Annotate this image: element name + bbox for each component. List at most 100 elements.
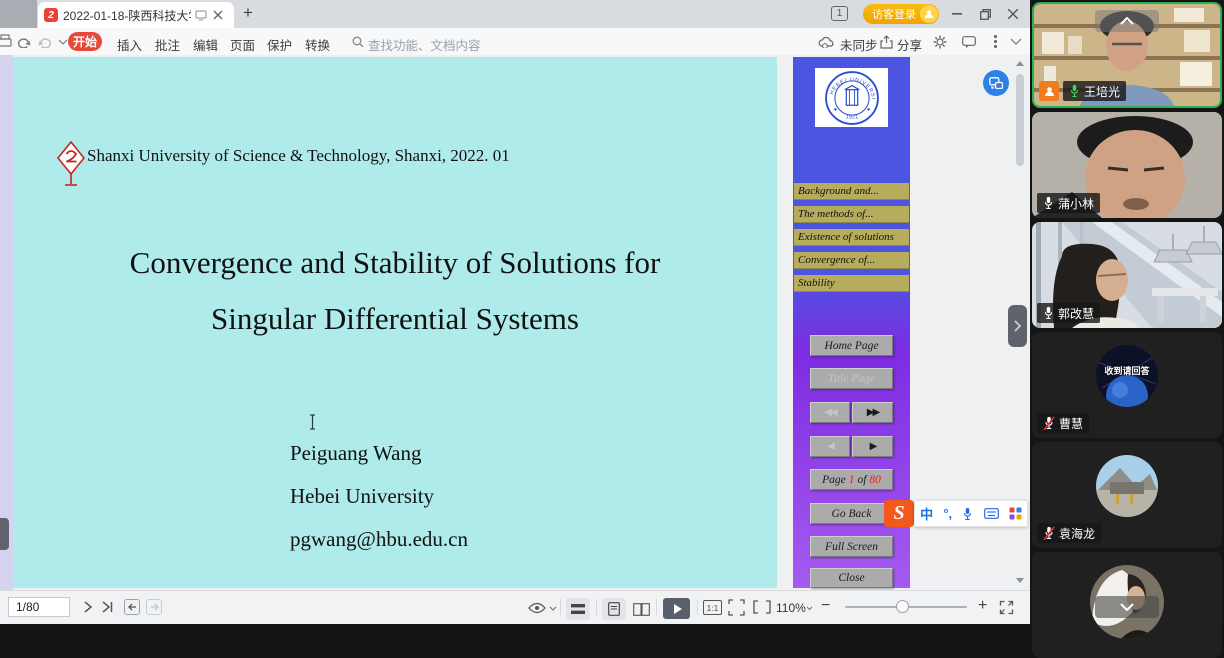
- video-tile-2[interactable]: 蒲小林: [1032, 112, 1222, 218]
- page-indicator-button[interactable]: Page1of80: [810, 469, 893, 490]
- slide-logo-icon: [57, 141, 85, 188]
- collapse-panel-button[interactable]: [1095, 10, 1159, 32]
- nav-section-methods[interactable]: The methods of...: [794, 206, 909, 223]
- scroll-participants-down-button[interactable]: [1095, 596, 1159, 618]
- actual-size-button[interactable]: 1:1: [703, 600, 722, 615]
- continuous-layout-button[interactable]: [566, 598, 590, 620]
- history-back-button[interactable]: [124, 599, 140, 615]
- undo-icon[interactable]: [16, 35, 31, 48]
- logo-year: 1921: [845, 114, 858, 120]
- zoom-in-button[interactable]: +: [978, 597, 987, 615]
- close-button-beamer[interactable]: Close: [810, 568, 893, 588]
- two-page-button[interactable]: [629, 598, 653, 620]
- guest-login-button[interactable]: 访客登录: [863, 4, 939, 24]
- mic-muted-icon: [1043, 526, 1055, 540]
- participant-label: 蒲小林: [1037, 193, 1100, 213]
- go-back-button[interactable]: Go Back: [810, 503, 893, 524]
- share-icon[interactable]: [880, 35, 893, 49]
- ime-toolbox-icon[interactable]: [1009, 507, 1022, 520]
- scroll-down-icon[interactable]: [1016, 578, 1024, 583]
- play-presentation-button[interactable]: [663, 598, 690, 619]
- menu-annotate[interactable]: 批注: [155, 35, 180, 54]
- cloud-sync-icon[interactable]: [818, 36, 836, 48]
- zoom-slider-knob[interactable]: [896, 600, 909, 613]
- ime-mode-button[interactable]: 中: [920, 504, 933, 523]
- history-forward-button[interactable]: [146, 599, 162, 615]
- redo-icon[interactable]: [38, 35, 53, 48]
- video-tile-5[interactable]: 袁海龙: [1032, 442, 1222, 548]
- title-page-button[interactable]: Title Page: [810, 368, 893, 389]
- document-tab[interactable]: 2 2022-01-18-陕西科技大学.pdf: [38, 2, 234, 28]
- first-page-button[interactable]: ◀◀: [810, 402, 850, 423]
- eye-protect-icon[interactable]: [528, 602, 546, 614]
- slide-email: pgwang@hbu.edu.cn: [290, 527, 468, 552]
- pdf-app-window: 2 2022-01-18-陕西科技大学.pdf + 1 访客登录: [0, 0, 1030, 623]
- scrollbar-thumb[interactable]: [1016, 74, 1024, 166]
- tab-close-icon[interactable]: [213, 10, 223, 20]
- slide-university: Hebei University: [290, 484, 434, 509]
- comment-icon[interactable]: [962, 36, 976, 48]
- prev-page-button[interactable]: ◀: [810, 436, 850, 457]
- nav-section-stability[interactable]: Stability: [794, 275, 909, 292]
- next-page-icon[interactable]: [84, 601, 92, 613]
- slide-title-line2: Singular Differential Systems: [13, 301, 777, 337]
- video-tile-1[interactable]: 王培光: [1032, 2, 1222, 108]
- new-tab-button[interactable]: +: [243, 3, 253, 23]
- zoom-out-button[interactable]: −: [821, 597, 830, 615]
- fit-page-icon[interactable]: [728, 599, 745, 616]
- close-button[interactable]: [1004, 5, 1022, 23]
- tab-list-button[interactable]: 1: [831, 6, 848, 21]
- nav-section-background[interactable]: Background and...: [794, 183, 909, 200]
- participant-name: 郭改慧: [1058, 305, 1094, 322]
- search-input[interactable]: 查找功能、文档内容: [368, 35, 481, 54]
- home-page-button[interactable]: Home Page: [810, 335, 893, 356]
- video-tile-6[interactable]: [1032, 552, 1222, 658]
- gear-icon[interactable]: [933, 35, 947, 49]
- scroll-up-icon[interactable]: [1016, 61, 1024, 66]
- ime-keyboard-icon[interactable]: [984, 508, 999, 519]
- zoom-level[interactable]: 110%: [776, 601, 806, 615]
- ime-mic-icon[interactable]: [962, 507, 973, 521]
- share-label[interactable]: 分享: [897, 35, 922, 54]
- picture-in-picture-button[interactable]: [983, 70, 1009, 96]
- minimize-button[interactable]: [948, 5, 966, 23]
- fullscreen-icon[interactable]: [999, 600, 1014, 615]
- menu-page[interactable]: 页面: [230, 35, 255, 54]
- video-tile-3[interactable]: 郭改慧: [1032, 222, 1222, 328]
- page-number-input[interactable]: 1/80: [8, 597, 70, 617]
- more-options-icon[interactable]: [994, 35, 997, 48]
- sogou-logo-icon[interactable]: S: [884, 500, 914, 527]
- svg-text:HEBEI UNIVERSITY: HEBEI UNIVERSITY: [824, 70, 876, 101]
- panel-expand-tab[interactable]: [1008, 305, 1027, 347]
- pdf-page[interactable]: Shanxi University of Science & Technolog…: [13, 57, 777, 588]
- toolbar-expand-icon[interactable]: [58, 39, 68, 45]
- menu-edit[interactable]: 编辑: [193, 35, 218, 54]
- nav-section-existence[interactable]: Existence of solutions: [794, 229, 909, 246]
- mic-on-icon: [1043, 306, 1054, 320]
- participant-label: 曹慧: [1037, 413, 1089, 433]
- search-icon[interactable]: [352, 36, 364, 48]
- university-logo: HEBEI UNIVERSITY 1921: [815, 68, 888, 127]
- restore-button[interactable]: [976, 5, 994, 23]
- ribbon-collapse-icon[interactable]: [1010, 38, 1022, 46]
- last-page-button[interactable]: ▶▶: [852, 402, 893, 423]
- video-tile-4[interactable]: 收到请回答 曹慧: [1032, 332, 1222, 438]
- full-screen-button[interactable]: Full Screen: [810, 536, 893, 557]
- fit-width-icon[interactable]: [753, 600, 771, 614]
- printer-icon[interactable]: [0, 34, 12, 49]
- menu-convert[interactable]: 转换: [305, 35, 330, 54]
- participant-label: 袁海龙: [1037, 523, 1101, 543]
- zoom-dropdown-icon[interactable]: [806, 606, 813, 611]
- menu-start[interactable]: 开始: [68, 32, 102, 51]
- ime-punctuation-button[interactable]: °,: [943, 506, 952, 521]
- tab-device-icon[interactable]: [195, 10, 207, 21]
- eye-dropdown-icon[interactable]: [549, 606, 557, 611]
- next-page-button[interactable]: ▶: [852, 436, 893, 457]
- single-page-button[interactable]: [602, 598, 626, 620]
- menu-protect[interactable]: 保护: [267, 35, 292, 54]
- menu-insert[interactable]: 插入: [117, 35, 142, 54]
- last-page-icon[interactable]: [102, 601, 113, 613]
- nav-section-convergence[interactable]: Convergence of...: [794, 252, 909, 269]
- left-panel-handle[interactable]: [0, 518, 9, 550]
- mic-muted-icon: [1043, 416, 1055, 430]
